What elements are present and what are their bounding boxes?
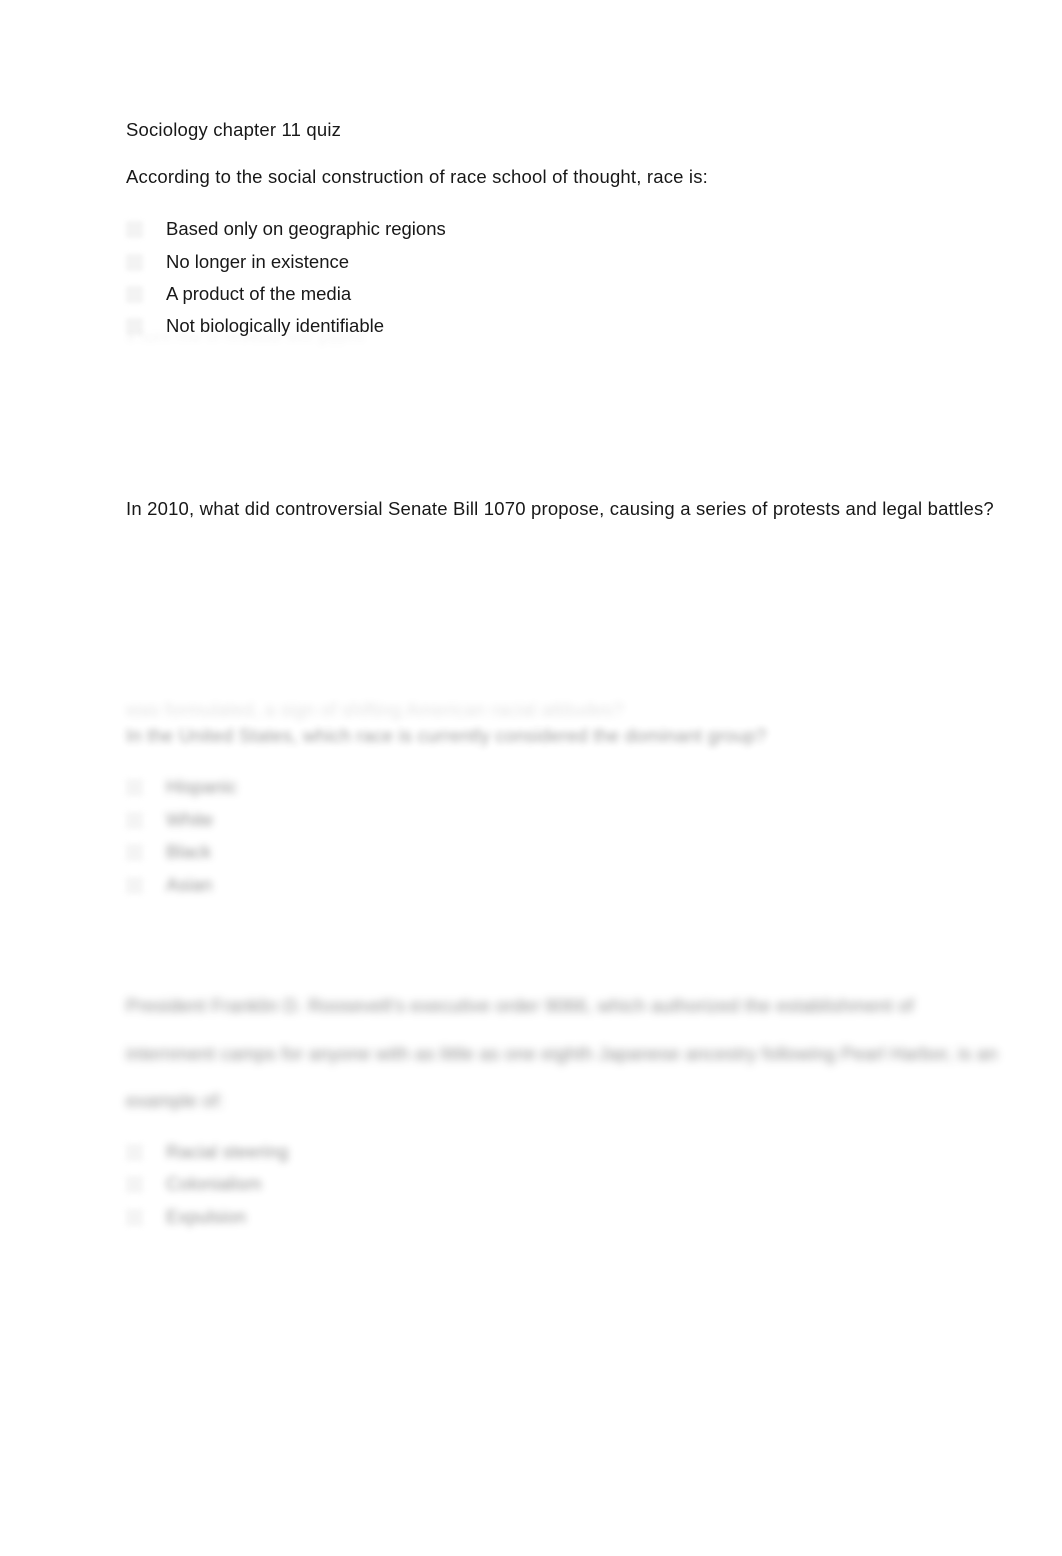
checkbox-icon[interactable] [126, 253, 143, 271]
question-3-option-2[interactable]: White [126, 808, 213, 832]
question-4-option-2[interactable]: Colonialism [126, 1172, 262, 1196]
option-label: Colonialism [166, 1172, 262, 1194]
checkbox-icon[interactable] [126, 285, 143, 303]
question-4-prompt-line-3: example of: [126, 1090, 224, 1111]
checkbox-icon[interactable] [126, 843, 143, 861]
checkbox-icon[interactable] [126, 778, 143, 796]
question-1-option-1[interactable]: Based only on geographic regions [126, 217, 446, 241]
question-3-option-1[interactable]: Hispanic [126, 775, 237, 799]
question-1-option-3[interactable]: A product of the media [126, 282, 351, 306]
option-label: Based only on geographic regions [166, 217, 446, 239]
checkbox-icon[interactable] [126, 876, 143, 894]
question-3-prompt-line-1: was formulated, a sign of shifting Ameri… [126, 699, 624, 720]
question-1-prompt: According to the social construction of … [126, 166, 708, 187]
checkbox-icon[interactable] [126, 1175, 143, 1193]
option-label: No longer in existence [166, 250, 350, 272]
document-page: Sociology chapter 11 quiz According to t… [0, 0, 1062, 1556]
option-label: A product of the media [166, 282, 352, 304]
checkbox-icon[interactable] [126, 811, 143, 829]
question-3-option-3[interactable]: Black [126, 840, 211, 864]
checkbox-icon[interactable] [126, 1208, 143, 1226]
option-label: Hispanic [166, 775, 237, 797]
question-4-option-1[interactable]: Racial steering [126, 1140, 288, 1164]
ghost-text-artifact-1: a faint row of residual text glyphs [126, 329, 365, 346]
question-4-option-3[interactable]: Expulsion [126, 1205, 246, 1229]
question-2-prompt: In 2010, what did controversial Senate B… [126, 498, 994, 519]
question-4-prompt-line-1: President Franklin D. Roosevelt's execut… [126, 995, 914, 1016]
question-1-option-2[interactable]: No longer in existence [126, 250, 349, 274]
checkbox-icon[interactable] [126, 220, 143, 238]
question-4-prompt-line-2: internment camps for anyone with as litt… [126, 1043, 998, 1064]
option-label: Racial steering [166, 1140, 289, 1162]
option-label: White [166, 808, 214, 830]
question-3-prompt-line-2: In the United States, which race is curr… [126, 725, 767, 746]
checkbox-icon[interactable] [126, 1143, 143, 1161]
page-title: Sociology chapter 11 quiz [126, 119, 342, 140]
option-label: Black [166, 840, 212, 862]
option-label: Asian [166, 873, 213, 895]
question-3-option-4[interactable]: Asian [126, 873, 212, 897]
option-label: Expulsion [166, 1205, 247, 1227]
